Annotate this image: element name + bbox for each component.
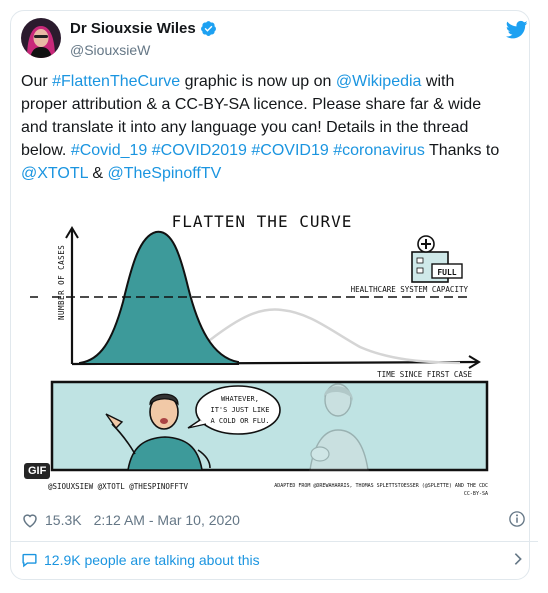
- author-name-text[interactable]: Dr Siouxsie Wiles: [70, 20, 196, 37]
- info-icon[interactable]: [508, 510, 526, 528]
- tweet-text-segment: Thanks to: [424, 142, 500, 159]
- author-name[interactable]: Dr Siouxsie Wiles: [70, 20, 217, 37]
- tweet-text-segment: Our: [21, 73, 53, 90]
- like-count[interactable]: 15.3K: [45, 512, 82, 528]
- divider: [10, 541, 538, 542]
- avatar[interactable]: [21, 18, 61, 58]
- credit-left: @SIOUXSIEW @XTOTL @THESPINOFFTV: [48, 482, 188, 491]
- chevron-right-icon[interactable]: [510, 551, 526, 567]
- talking-link[interactable]: 12.9K people are talking about this: [21, 551, 260, 568]
- tweet-text-segment: &: [87, 165, 108, 182]
- twitter-bird-icon[interactable]: [506, 20, 528, 40]
- x-axis-label: TIME SINCE FIRST CASE: [377, 370, 472, 379]
- credit-right-2: CC-BY-SA: [464, 491, 488, 497]
- speech-line-1: WHATEVER,: [221, 395, 259, 403]
- graphic-title: FLATTEN THE CURVE: [172, 212, 353, 231]
- speech-line-2: IT'S JUST LIKE: [210, 406, 269, 414]
- tweet-text-segment: graphic is now up on: [180, 73, 336, 90]
- tweet-link[interactable]: #COVID19: [251, 142, 328, 159]
- tweet-link[interactable]: @XTOTL: [21, 165, 88, 182]
- capacity-label: HEALTHCARE SYSTEM CAPACITY: [351, 285, 469, 294]
- speech-line-3: A COLD OR FLU.: [210, 417, 269, 425]
- tweet-meta: 15.3K 2:12 AM - Mar 10, 2020: [21, 511, 240, 529]
- tweet-link[interactable]: #FlattenTheCurve: [52, 73, 180, 90]
- hospital-full-sign: FULL: [437, 268, 456, 277]
- tweet-link[interactable]: #coronavirus: [333, 142, 425, 159]
- tweet-link[interactable]: #Covid_19: [71, 142, 148, 159]
- verified-badge-icon: [200, 21, 216, 36]
- talking-text[interactable]: 12.9K people are talking about this: [44, 552, 260, 568]
- y-axis-label: NUMBER OF CASES: [57, 245, 66, 320]
- author-handle[interactable]: @SiouxsieW: [70, 42, 150, 58]
- timestamp[interactable]: 2:12 AM - Mar 10, 2020: [94, 512, 240, 528]
- tweet-link[interactable]: @TheSpinoffTV: [107, 165, 221, 182]
- flatten-the-curve-graphic[interactable]: FLATTEN THE CURVE NUMBER OF CASES TIME S…: [20, 192, 500, 504]
- credit-right-1: ADAPTED FROM @DREWAHARRIS, THOMAS SPLETT…: [274, 483, 488, 489]
- tweet-text: Our #FlattenTheCurve graphic is now up o…: [21, 70, 501, 185]
- heart-icon[interactable]: [21, 511, 39, 529]
- tweet-link[interactable]: #COVID2019: [152, 142, 247, 159]
- speech-bubble-icon: [22, 553, 37, 568]
- tweet-link[interactable]: @Wikipedia: [336, 73, 422, 90]
- gif-badge[interactable]: GIF: [24, 463, 51, 479]
